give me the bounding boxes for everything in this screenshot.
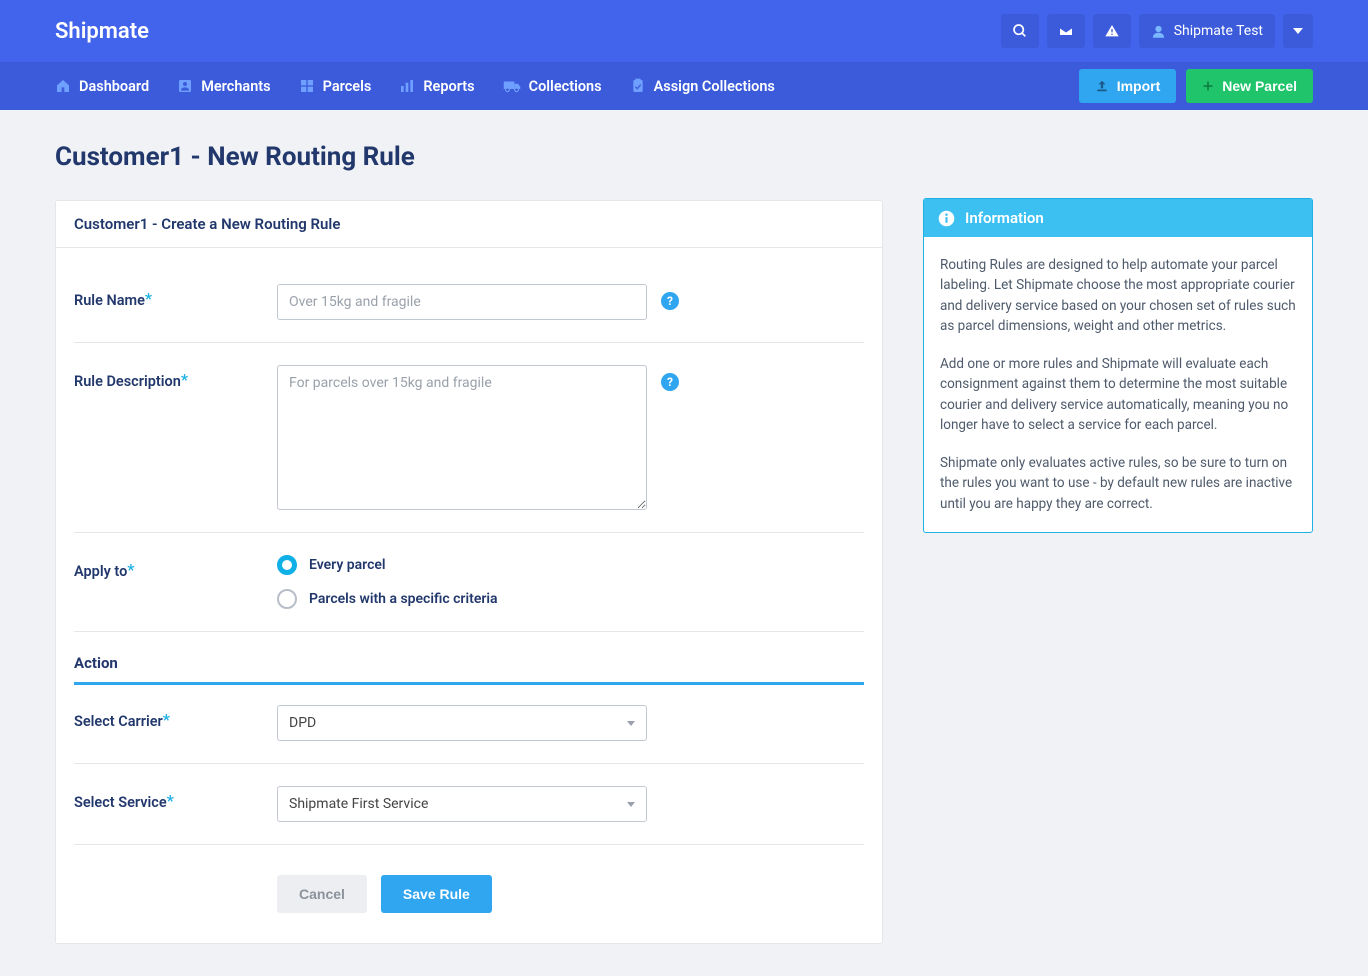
select-service-label: Select Service* [74,786,259,811]
topbar-actions: Shipmate Test [1001,14,1313,48]
card-body: Rule Name* ? Rule Description* ? [56,248,882,943]
nav-label: Merchants [201,78,270,95]
new-parcel-label: New Parcel [1222,78,1297,94]
radio-specific-criteria[interactable]: Parcels with a specific criteria [277,589,498,609]
select-service-row: Select Service* Shipmate First Service [74,772,864,836]
nav-collections[interactable]: Collections [503,78,602,95]
nav-reports[interactable]: Reports [399,78,474,95]
info-card: Information Routing Rules are designed t… [923,198,1313,533]
main-column: Customer1 - New Routing Rule Customer1 -… [55,142,883,944]
divider [74,342,864,343]
cancel-button[interactable]: Cancel [277,875,367,913]
navbar: Dashboard Merchants Parcels Reports Coll… [0,62,1368,110]
apply-to-row: Apply to* Every parcel Parcels with a sp… [74,541,864,623]
help-icon[interactable]: ? [661,292,679,310]
form-card: Customer1 - Create a New Routing Rule Ru… [55,200,883,944]
info-header: Information [924,199,1312,237]
info-icon [938,210,955,227]
clipboard-check-icon [630,78,646,94]
radio-every-parcel[interactable]: Every parcel [277,555,498,575]
new-parcel-button[interactable]: New Parcel [1186,69,1313,103]
grid-icon [299,78,315,94]
user-icon [1151,24,1166,39]
nav-label: Collections [529,78,602,95]
nav-label: Reports [423,78,474,95]
import-label: Import [1117,78,1161,94]
select-carrier-dropdown[interactable]: DPD [277,705,647,741]
inbox-icon [1058,23,1074,39]
user-name: Shipmate Test [1174,23,1263,39]
search-icon [1012,23,1028,39]
chart-icon [399,78,415,94]
radio-label: Every parcel [309,557,386,573]
apply-to-label: Apply to* [74,555,259,580]
action-heading: Action [74,640,864,685]
nav-assign-collections[interactable]: Assign Collections [630,78,775,95]
info-paragraph: Routing Rules are designed to help autom… [940,255,1296,336]
inbox-button[interactable] [1047,14,1085,48]
import-button[interactable]: Import [1079,69,1177,103]
plus-icon [1202,80,1214,92]
divider [74,763,864,764]
divider [74,631,864,632]
rule-description-input[interactable] [277,365,647,510]
warning-icon [1104,23,1120,39]
rule-name-row: Rule Name* ? [74,270,864,334]
user-menu[interactable]: Shipmate Test [1139,14,1275,48]
merchant-icon [177,78,193,94]
nav-dashboard[interactable]: Dashboard [55,78,149,95]
nav-label: Assign Collections [654,78,775,95]
rule-description-row: Rule Description* ? [74,351,864,524]
chevron-down-icon [627,721,635,726]
divider [74,532,864,533]
radio-indicator [277,555,297,575]
nav-label: Dashboard [79,78,149,95]
form-actions: Cancel Save Rule [277,853,864,913]
radio-label: Parcels with a specific criteria [309,591,498,607]
rule-name-label: Rule Name* [74,284,259,309]
nav-parcels[interactable]: Parcels [299,78,372,95]
select-carrier-label: Select Carrier* [74,705,259,730]
select-service-dropdown[interactable]: Shipmate First Service [277,786,647,822]
chevron-down-icon [1293,28,1303,34]
select-carrier-value: DPD [289,715,316,731]
chevron-down-icon [627,802,635,807]
nav-label: Parcels [323,78,372,95]
apply-to-radio-group: Every parcel Parcels with a specific cri… [277,555,498,609]
rule-name-input[interactable] [277,284,647,320]
select-carrier-row: Select Carrier* DPD [74,691,864,755]
info-paragraph: Shipmate only evaluates active rules, so… [940,453,1296,514]
info-title: Information [965,209,1044,227]
info-paragraph: Add one or more rules and Shipmate will … [940,354,1296,435]
radio-indicator [277,589,297,609]
save-button[interactable]: Save Rule [381,875,492,913]
search-button[interactable] [1001,14,1039,48]
nav-actions: Import New Parcel [1079,69,1313,103]
topbar: Shipmate Shipmate Test [0,0,1368,62]
brand-logo[interactable]: Shipmate [55,19,149,44]
nav-merchants[interactable]: Merchants [177,78,270,95]
nav-links: Dashboard Merchants Parcels Reports Coll… [55,78,775,95]
alerts-button[interactable] [1093,14,1131,48]
page-content: Customer1 - New Routing Rule Customer1 -… [0,110,1368,976]
upload-icon [1095,79,1109,93]
page-title: Customer1 - New Routing Rule [55,142,883,172]
select-service-value: Shipmate First Service [289,796,428,812]
user-menu-caret[interactable] [1283,14,1313,48]
home-icon [55,78,71,94]
divider [74,844,864,845]
help-icon[interactable]: ? [661,373,679,391]
card-header: Customer1 - Create a New Routing Rule [56,201,882,248]
rule-description-label: Rule Description* [74,365,259,390]
truck-icon [503,79,521,93]
info-body: Routing Rules are designed to help autom… [924,237,1312,532]
side-column: Information Routing Rules are designed t… [923,142,1313,533]
